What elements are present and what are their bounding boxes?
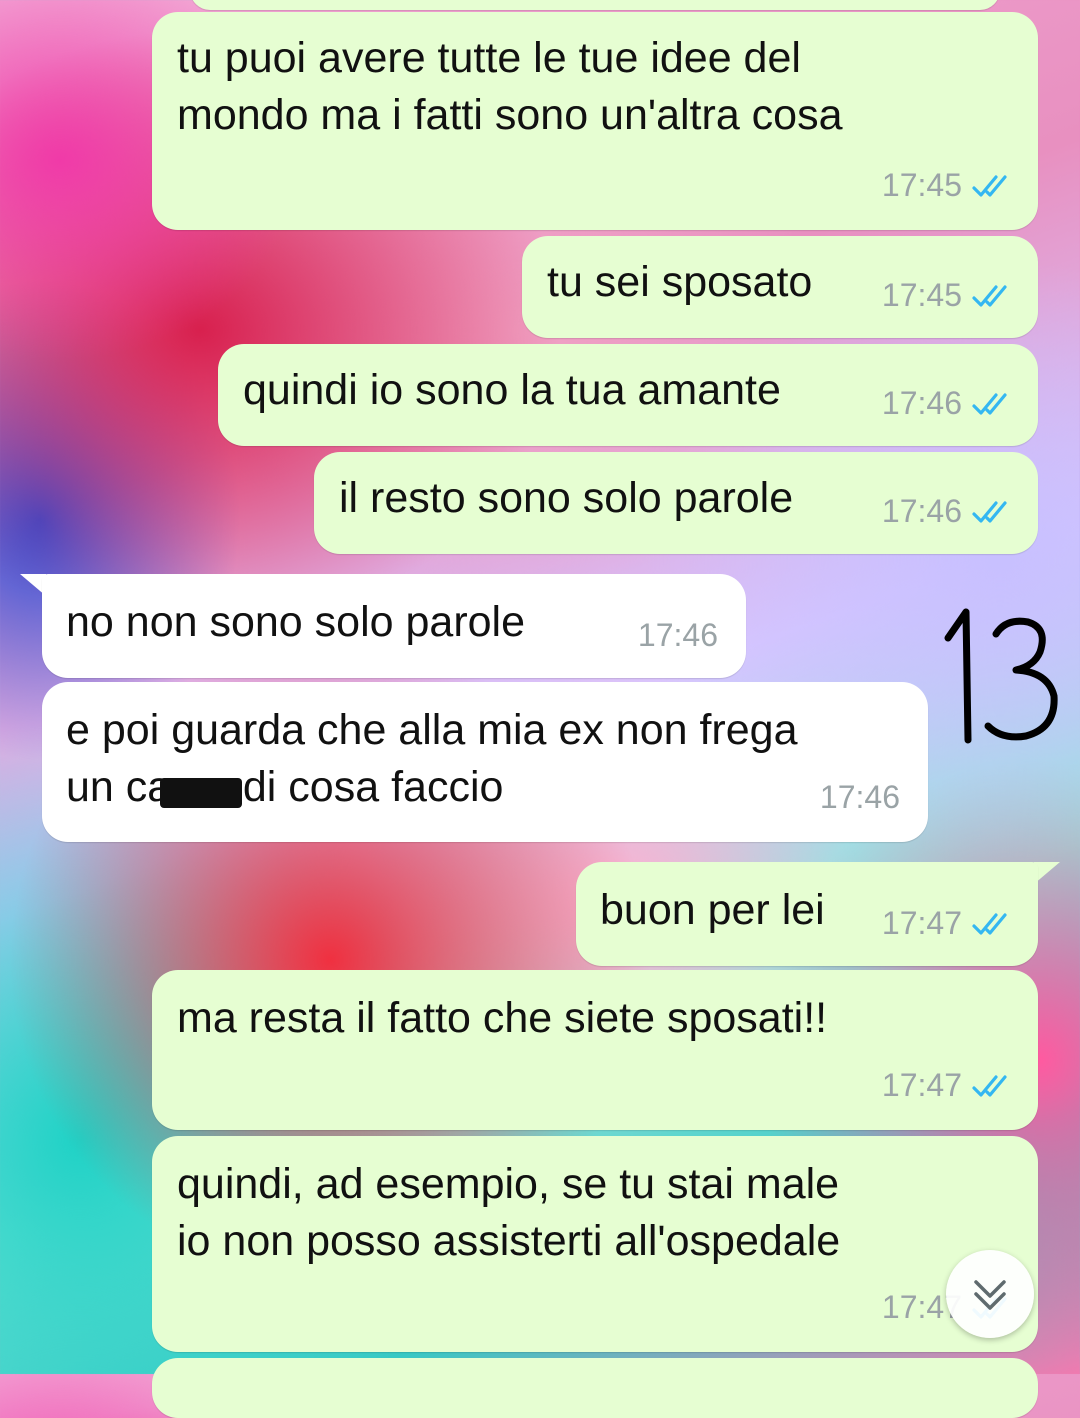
message-bubble-outgoing[interactable]: tu puoi avere tutte le tue idee del mond… <box>152 12 1038 230</box>
message-time: 17:47 <box>881 1067 962 1103</box>
handwritten-number-annotation <box>944 608 1058 744</box>
message-bubble-outgoing[interactable]: buon per lei 17:47 <box>576 862 1038 966</box>
message-time: 17:45 <box>881 277 962 313</box>
message-text: quindi io sono la tua amante <box>243 366 781 414</box>
message-time: 17:46 <box>881 493 962 529</box>
scroll-to-bottom-button[interactable] <box>946 1250 1034 1338</box>
message-time: 17:46 <box>819 779 900 815</box>
message-text: tu puoi avere tutte le tue idee del mond… <box>177 34 843 139</box>
message-time: 17:45 <box>881 167 962 203</box>
message-text: ma resta il fatto che siete sposati!! <box>177 994 828 1042</box>
double-check-icon <box>972 284 1007 307</box>
message-text: quindi, ad esempio, se tu stai male io n… <box>177 1160 841 1265</box>
message-bubble-outgoing[interactable]: tu sei sposato 17:45 <box>522 236 1038 338</box>
message-text: tu sei sposato <box>547 258 813 306</box>
message-bubble-outgoing[interactable]: il resto sono solo parole 17:46 <box>314 452 1038 554</box>
double-check-icon <box>972 500 1007 523</box>
message-bubble-partial-bottom[interactable] <box>152 1358 1038 1418</box>
double-check-icon <box>972 1074 1007 1097</box>
double-check-icon <box>972 392 1007 415</box>
message-bubble-partial-top[interactable] <box>190 0 1000 10</box>
message-text: no non sono solo parole <box>66 598 526 646</box>
message-time: 17:46 <box>881 385 962 421</box>
message-text: il resto sono solo parole <box>339 474 794 522</box>
message-bubble-incoming[interactable]: e poi guarda che alla mia ex non frega u… <box>42 682 928 842</box>
message-time: 17:47 <box>881 905 962 941</box>
message-text: buon per lei <box>600 886 825 934</box>
double-check-icon <box>972 174 1007 197</box>
message-bubble-outgoing[interactable]: ma resta il fatto che siete sposati!! 17… <box>152 970 1038 1130</box>
double-check-icon <box>972 912 1007 935</box>
censor-bar <box>160 778 242 808</box>
message-bubble-incoming[interactable]: no non sono solo parole 17:46 <box>42 574 746 678</box>
chevron-double-down-icon <box>974 1280 1006 1310</box>
message-bubble-outgoing[interactable]: quindi, ad esempio, se tu stai male io n… <box>152 1136 1038 1352</box>
message-time: 17:46 <box>637 617 718 653</box>
message-bubble-outgoing[interactable]: quindi io sono la tua amante 17:46 <box>218 344 1038 446</box>
